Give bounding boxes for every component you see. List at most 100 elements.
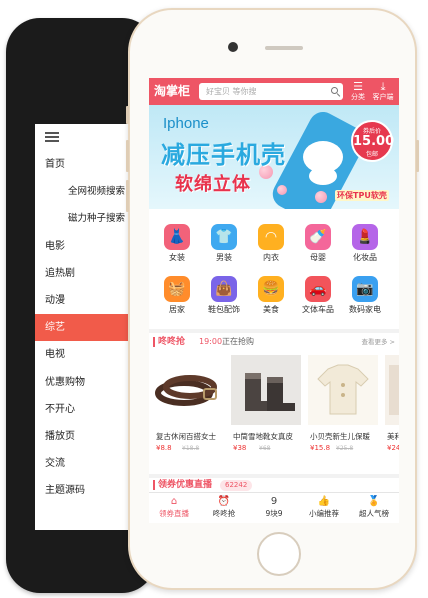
menu-item-label: 播放页 (45, 431, 75, 442)
flash-sale-header: 咚咚抢 19:00 正在抢购 查看更多 > (149, 334, 399, 350)
product-card[interactable]: 复古休闲百搭女士 ¥8.8 ¥18.8 (152, 355, 226, 465)
category-label: 男装 (216, 253, 232, 262)
section-marker (153, 337, 155, 347)
flash-sale-time: 19:00 (199, 337, 223, 346)
thumb-icon: 👍 (317, 496, 331, 507)
bottom-navigation: ⌂ 领券直播 ⏰ 咚咚抢 9 9块9 👍 小编推荐 🏅 超人气榜 (149, 492, 399, 523)
promo-banner[interactable]: Iphone 减压手机壳 软绵立体 券后价 15.00 包邮 环保TPU软壳 (149, 105, 399, 209)
app-header: 淘掌柜 好宝贝 等你搜 ☰ 分类 ⤓ 客户端 (149, 78, 399, 105)
category-item[interactable]: 👗 女装 (155, 224, 199, 264)
flash-sale-title: 咚咚抢 (158, 337, 186, 347)
nav-item[interactable]: 👍 小编推荐 (299, 495, 349, 523)
front-camera (228, 42, 238, 52)
category-label: 数码家电 (349, 305, 381, 314)
hamburger-menu-icon[interactable] (45, 132, 59, 142)
menu-item[interactable]: 播放页 (35, 423, 140, 450)
iphone: 淘掌柜 好宝贝 等你搜 ☰ 分类 ⤓ 客户端 Iphone 减压手机壳 软绵立体… (126, 8, 419, 590)
android-screen: 首页全网视频搜索 磁力种子搜索电影追热剧 动漫综艺电视优惠购物不开心播放页交流主题源… (35, 124, 140, 530)
category-item[interactable]: 🚗 文体车品 (296, 276, 340, 316)
product-name: 美利 (387, 432, 399, 441)
category-item[interactable]: 🧺 居家 (155, 276, 199, 316)
menu-item-label: 磁力种子搜索 (68, 213, 126, 225)
category-item[interactable]: 👕 男装 (202, 224, 246, 264)
menu-item[interactable]: 主题源码 (35, 477, 140, 504)
list-icon: ☰ (353, 80, 363, 93)
category-item[interactable]: 📷 数码家电 (343, 276, 387, 316)
volume-down-button (126, 180, 129, 212)
category-item[interactable]: ◠ 内衣 (249, 224, 293, 264)
category-item[interactable]: 🍼 母婴 (296, 224, 340, 264)
menu-item[interactable]: 首页 (35, 151, 140, 178)
menu-item-label: 综艺 (45, 322, 65, 334)
product-image (231, 355, 301, 425)
live-count-badge: 62242 (220, 480, 253, 491)
food-icon: 🍔 (258, 276, 284, 302)
product-card[interactable]: 小贝壳新生儿保暖 ¥15.8 ¥25.8 (306, 355, 380, 465)
flash-sale-status: 正在抢购 (222, 337, 254, 346)
badge-price: 15.00 (353, 134, 395, 149)
bottle-icon: 🍼 (305, 224, 331, 250)
app-logo: 淘掌柜 (154, 84, 191, 98)
menu-item-label: 优惠购物 (45, 376, 85, 388)
see-more-link[interactable]: 查看更多 > (361, 337, 395, 347)
shirt-icon: 👕 (211, 224, 237, 250)
section-divider (149, 474, 399, 478)
category-item[interactable]: 💄 化妆品 (343, 224, 387, 264)
basket-icon: 🧺 (164, 276, 190, 302)
live-section-header: 领券优惠直播 62242 (149, 479, 399, 493)
product-original-price: ¥18.8 (182, 445, 200, 452)
menu-item[interactable]: 磁力种子搜索 (35, 205, 140, 232)
nav-item[interactable]: 🏅 超人气榜 (349, 495, 399, 523)
menu-item-label: 电视 (45, 349, 65, 361)
category-item[interactable]: 🍔 美食 (249, 276, 293, 316)
banner-title: Iphone (163, 115, 209, 132)
car-icon: 🚗 (305, 276, 331, 302)
earpiece-speaker (265, 46, 303, 50)
menu-item-label: 交流 (45, 458, 65, 470)
category-label: 分类 (351, 93, 365, 101)
product-card[interactable]: 中筒雪地靴女真皮 ¥38 ¥68 (229, 355, 303, 465)
category-label: 母婴 (310, 253, 326, 262)
search-icon[interactable] (331, 87, 338, 94)
category-label: 女装 (169, 253, 185, 262)
menu-item-label: 不开心 (45, 403, 75, 415)
menu-item[interactable]: 追热剧 (35, 260, 140, 287)
category-item[interactable]: 👜 鞋包配饰 (202, 276, 246, 316)
menu-item[interactable]: 全网视频搜索 (35, 178, 140, 205)
section-marker (153, 480, 155, 490)
nav-label: 小编推荐 (309, 509, 339, 518)
nav-item[interactable]: ⌂ 领券直播 (149, 495, 199, 523)
product-original-price: ¥25.8 (336, 445, 354, 452)
dress-icon: 👗 (164, 224, 190, 250)
product-original-price: ¥68 (259, 445, 271, 452)
menu-item-label: 全网视频搜索 (68, 186, 126, 198)
badge-unit: 包邮 (365, 151, 378, 158)
menu-item[interactable]: 不开心 (35, 396, 140, 423)
category-button[interactable]: ☰ 分类 (346, 81, 370, 103)
product-price: ¥15.8 (310, 444, 331, 452)
product-name: 复古休闲百搭女士 (156, 432, 216, 441)
menu-item[interactable]: 动漫 (35, 287, 140, 314)
search-input[interactable]: 好宝贝 等你搜 (199, 83, 343, 100)
product-image (308, 355, 378, 425)
camera-icon: 📷 (352, 276, 378, 302)
menu-item[interactable]: 电视 (35, 341, 140, 368)
product-card[interactable]: 美利 ¥24 (383, 355, 399, 465)
menu-item[interactable]: 优惠购物 (35, 369, 140, 396)
nav-label: 超人气榜 (359, 509, 389, 518)
category-label: 美食 (263, 305, 279, 314)
banner-subheadline: 软绵立体 (175, 174, 251, 195)
menu-item[interactable]: 综艺 (35, 314, 140, 342)
menu-item-label: 电影 (45, 240, 65, 252)
nav-label: 领券直播 (159, 509, 189, 518)
mute-switch (126, 106, 129, 124)
menu-item[interactable]: 电影 (35, 233, 140, 260)
download-icon: ⤓ (380, 80, 386, 93)
nav-item[interactable]: 9 9块9 (249, 495, 299, 523)
home-button[interactable] (257, 532, 301, 576)
product-price: ¥8.8 (156, 444, 172, 452)
client-download-button[interactable]: ⤓ 客户端 (371, 81, 395, 103)
search-placeholder: 好宝贝 等你搜 (206, 87, 257, 96)
nav-item[interactable]: ⏰ 咚咚抢 (199, 495, 249, 523)
menu-item[interactable]: 交流 (35, 450, 140, 477)
